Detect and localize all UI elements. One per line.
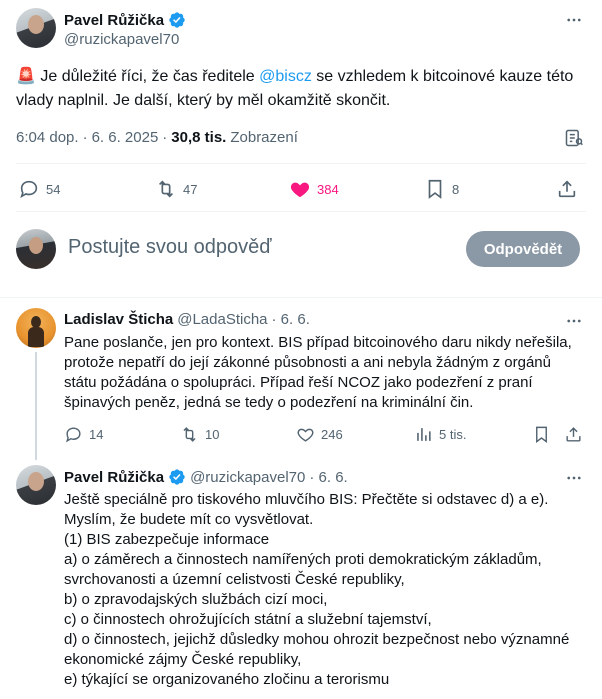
- share-icon: [556, 178, 578, 200]
- reply-header: Pavel Růžička @ruzickapavel70 · 6. 6.: [64, 468, 348, 486]
- repost-count: 10: [205, 427, 220, 442]
- repost-button[interactable]: 47: [155, 178, 197, 200]
- author-handle[interactable]: @ruzickapavel70: [64, 31, 179, 48]
- more-icon[interactable]: [564, 10, 584, 30]
- divider: [0, 297, 602, 298]
- like-icon: [289, 178, 311, 200]
- reply-author-name[interactable]: Pavel Růžička: [64, 469, 164, 486]
- reply-submit-button[interactable]: Odpovědět: [466, 231, 580, 267]
- reply-count: 54: [46, 181, 61, 197]
- views-button[interactable]: 5 tis.: [414, 425, 466, 444]
- verified-badge-icon: [168, 468, 186, 486]
- share-button[interactable]: [556, 178, 578, 200]
- tweet-meta: 6:04 dop. · 6. 6. 2025 · 30,8 tis. Zobra…: [16, 129, 298, 146]
- tweet-text: 🚨 Je důležité říci, že čas ředitele @bis…: [16, 68, 574, 109]
- repost-count: 47: [183, 181, 198, 197]
- repost-button[interactable]: 10: [180, 425, 219, 444]
- tweet-date[interactable]: 6. 6. 2025: [92, 129, 159, 146]
- views-label: Zobrazení: [230, 129, 298, 146]
- reply-avatar[interactable]: [16, 308, 56, 348]
- repost-icon: [155, 178, 177, 200]
- author-avatar[interactable]: [16, 8, 56, 48]
- divider: [16, 163, 586, 164]
- views-icon: [414, 425, 433, 444]
- author-name[interactable]: Pavel Růžička: [64, 12, 164, 29]
- analytics-icon[interactable]: [564, 128, 584, 148]
- like-button[interactable]: 246: [296, 425, 343, 444]
- reply-button[interactable]: 54: [18, 178, 60, 200]
- reply-avatar[interactable]: [16, 465, 56, 505]
- more-icon[interactable]: [564, 311, 584, 331]
- reply-author-handle[interactable]: @ruzickapavel70: [190, 469, 305, 486]
- views-count: 30,8 tis.: [171, 129, 227, 146]
- reply-header: Ladislav Šticha @LadaSticha · 6. 6.: [64, 311, 310, 328]
- mention-link[interactable]: @biscz: [259, 68, 312, 85]
- share-icon: [564, 425, 583, 444]
- reply-date[interactable]: · 6. 6.: [309, 469, 347, 486]
- reply-input[interactable]: Postujte svou odpověď: [68, 236, 272, 259]
- bookmark-icon: [532, 425, 551, 444]
- reply-author-name[interactable]: Ladislav Šticha: [64, 311, 173, 328]
- bookmark-count: 8: [452, 181, 460, 197]
- bookmark-button[interactable]: [532, 425, 551, 444]
- reply-count: 14: [89, 427, 104, 442]
- tweet-time[interactable]: 6:04 dop.: [16, 129, 79, 146]
- reply-icon: [18, 178, 40, 200]
- composer-avatar: [16, 229, 56, 269]
- siren-emoji: 🚨: [16, 68, 36, 85]
- views-count: 5 tis.: [439, 427, 467, 442]
- like-count: 384: [317, 181, 339, 197]
- like-button[interactable]: 384: [289, 178, 339, 200]
- divider: [16, 211, 586, 212]
- repost-icon: [180, 425, 199, 444]
- like-count: 246: [321, 427, 343, 442]
- more-icon[interactable]: [564, 468, 584, 488]
- bookmark-icon: [424, 178, 446, 200]
- reply-author-handle[interactable]: @LadaSticha: [177, 311, 267, 328]
- reply-icon: [64, 425, 83, 444]
- reply-date[interactable]: · 6. 6.: [272, 311, 310, 328]
- like-icon: [296, 425, 315, 444]
- bookmark-button[interactable]: 8: [424, 178, 459, 200]
- thread-line: [35, 352, 37, 460]
- reply-text: Pane poslanče, jen pro kontext. BIS příp…: [64, 334, 572, 411]
- reply-text: Ještě speciálně pro tiskového mluvčího B…: [64, 491, 570, 688]
- share-button[interactable]: [564, 425, 583, 444]
- verified-badge-icon: [168, 11, 186, 29]
- reply-button[interactable]: 14: [64, 425, 103, 444]
- author-name-row: Pavel Růžička: [64, 11, 186, 29]
